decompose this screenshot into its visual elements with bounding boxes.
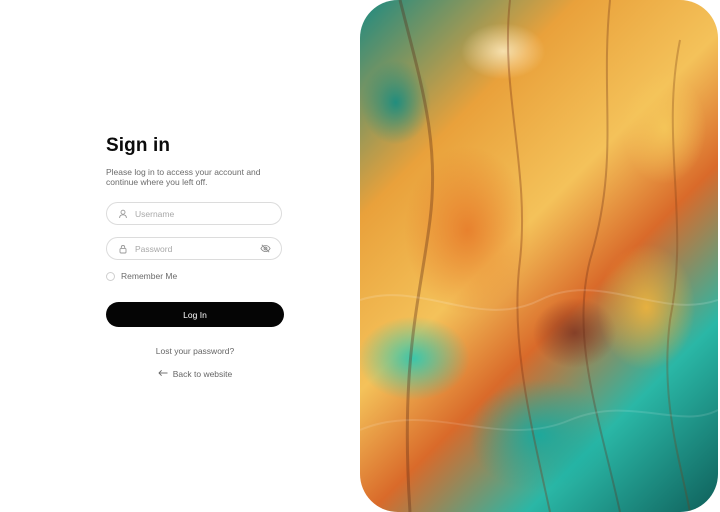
user-icon	[117, 208, 129, 220]
hero-artwork	[360, 0, 718, 512]
page-title: Sign in	[106, 135, 171, 156]
remember-checkbox[interactable]	[106, 271, 115, 281]
back-label: Back to website	[172, 369, 233, 379]
username-field[interactable]	[106, 202, 282, 225]
remember-me: Remember Me	[106, 271, 177, 281]
eye-off-icon[interactable]	[259, 243, 271, 255]
lock-icon	[117, 243, 129, 255]
login-button[interactable]: Log In	[106, 302, 284, 327]
back-to-website-link[interactable]: Back to website	[106, 369, 284, 379]
lost-password-link[interactable]: Lost your password?	[106, 346, 284, 356]
artwork-texture	[360, 0, 718, 512]
arrow-left-icon	[158, 369, 168, 379]
signin-form: Sign in Please log in to access your acc…	[106, 135, 284, 379]
username-input[interactable]	[135, 208, 281, 219]
signin-subtitle: Please log in to access your account and…	[106, 167, 261, 187]
password-input[interactable]	[135, 243, 259, 254]
password-field[interactable]	[106, 237, 282, 260]
remember-label: Remember Me	[121, 271, 178, 281]
